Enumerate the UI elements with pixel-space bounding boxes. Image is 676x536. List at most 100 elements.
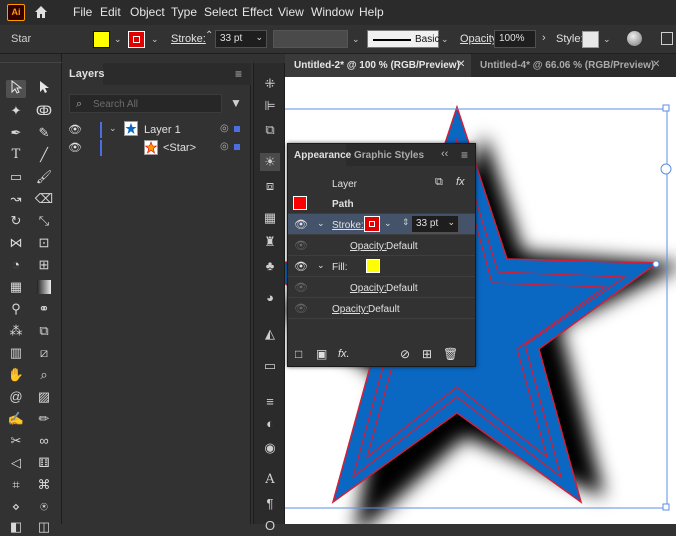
artboard-tool-icon[interactable]: ⧉ [34,322,54,340]
star-widget[interactable] [660,163,672,175]
menu-help[interactable]: Help [359,5,384,19]
perspective-grid-tool-icon[interactable]: ⊞ [34,256,54,274]
eye-icon[interactable]: 👁 [294,302,308,315]
rectangle-tool-icon[interactable]: ▭ [6,168,26,186]
stroke-label[interactable]: Stroke: [332,220,364,231]
zoom-tool-icon[interactable]: ⌕ [34,366,54,384]
appearance-fill-row[interactable]: 👁 ⌄ Fill: [288,256,475,277]
puppet-warp-tool-icon[interactable]: ⌘ [34,476,54,494]
character-icon[interactable]: A [260,471,280,489]
blob-brush-tool-icon[interactable]: ✍ [6,410,26,428]
free-transform-tool-icon[interactable]: ⊡ [34,234,54,252]
stroke-swatch[interactable] [128,31,145,48]
gradient-icon[interactable]: ▭ [260,357,280,375]
eye-icon[interactable]: 👁 [294,281,308,294]
opacity-label[interactable]: Opacity: [350,241,387,252]
appearance-stroke-row[interactable]: 👁 ⌄ Stroke: ⌄ ⇕ 33 pt ⌄ [288,214,475,235]
layer-row[interactable]: 👁 <Star> ◎ [63,139,251,157]
chevron-down-icon[interactable]: ⌄ [317,260,325,271]
eye-icon[interactable]: 👁 [294,218,308,231]
object-name[interactable]: <Star> [163,142,196,154]
anchor-point[interactable] [652,260,660,268]
gradient-tool-icon[interactable] [34,278,54,296]
crop-image-tool-icon[interactable]: ⌗ [6,476,26,494]
close-icon[interactable]: ✕ [457,59,465,70]
stepper-icon[interactable]: ⌃ [205,30,213,41]
reshape-tool-icon[interactable]: ⍟ [34,498,54,516]
stroke-color-swatch[interactable] [364,216,380,232]
menu-window[interactable]: Window [311,5,354,19]
image-trace-icon[interactable]: ▨ [34,388,54,406]
direct-selection-tool-icon[interactable] [34,80,54,98]
tab-graphic-styles[interactable]: Graphic Styles [354,150,424,161]
menu-object[interactable]: Object [130,5,165,19]
chevron-down-icon[interactable]: ⌄ [447,217,455,228]
stroke-icon[interactable]: ≡ [260,393,280,411]
align-icon[interactable]: ⊫ [260,97,280,115]
pen-tool-icon[interactable]: ✒ [6,124,26,142]
layers-search-input[interactable]: ⌕ Search All [69,94,222,113]
brush-field[interactable]: Basic [367,30,439,48]
chevron-down-icon[interactable]: ⌄ [317,218,325,229]
glasses-icon[interactable]: ∞ [34,432,54,450]
add-stroke-icon[interactable]: □ [295,347,302,361]
stroke-label[interactable]: Stroke: [171,33,206,45]
chevron-down-icon[interactable]: ⌄ [114,34,122,45]
eye-icon[interactable]: 👁 [294,260,308,273]
appearance-opacity-row[interactable]: 👁 Opacity: Default [288,298,475,319]
fill-color-swatch[interactable] [366,259,380,273]
color-guide-icon[interactable]: ◭ [260,325,280,343]
chevron-down-icon[interactable]: ⌄ [151,34,159,45]
chevron-right-icon[interactable]: › [542,32,546,44]
scale-tool-icon[interactable]: ⤡ [34,212,54,230]
drawing-mode-icon[interactable]: ◫ [34,518,54,536]
layer-name[interactable]: Layer 1 [144,124,181,136]
target-icon[interactable]: ◎ [220,141,229,152]
chevron-down-icon[interactable]: ⌄ [109,123,117,134]
document-icon[interactable] [661,32,673,45]
chevron-down-icon[interactable]: ⌄ [255,32,263,43]
style-swatch[interactable] [582,31,599,48]
opacity-label[interactable]: Opacity: [350,283,387,294]
width-tool-icon[interactable]: ⋈ [6,234,26,252]
bounding-handle[interactable] [662,503,670,511]
color-icon[interactable]: ◕ [260,289,280,307]
duplicate-item-icon[interactable]: ⊞ [422,347,432,361]
appearance-opacity-row[interactable]: 👁 Opacity: Default [288,277,475,298]
symbol-sprayer-tool-icon[interactable]: ⁂ [6,322,26,340]
clear-appearance-icon[interactable]: ⊘ [400,347,410,361]
selection-indicator[interactable] [234,126,240,132]
dice-icon[interactable]: ⚅ [34,454,54,472]
symbols-icon[interactable]: ♣ [260,257,280,275]
close-icon[interactable]: ✕ [652,59,660,70]
trash-icon[interactable]: 🗑 [443,347,458,361]
spiral-tool-icon[interactable]: @ [6,388,26,406]
home-icon[interactable] [33,4,49,20]
recolor-icon[interactable] [627,31,642,46]
eye-icon[interactable]: 👁 [294,239,308,252]
opentype-icon[interactable]: O [260,517,280,535]
hand-tool-icon[interactable]: ✋ [6,366,26,384]
opacity-label[interactable]: Opacity: [332,304,369,315]
swatches-icon[interactable]: ▦ [260,209,280,227]
pathfinder-icon[interactable]: ⧉ [260,121,280,139]
menu-edit[interactable]: Edit [100,5,121,19]
touch-type-tool-icon[interactable]: ⋄ [6,498,26,516]
eye-icon[interactable]: 👁 [68,123,82,136]
fill-stroke-icon[interactable]: ◧ [6,518,26,536]
menu-type[interactable]: Type [171,5,197,19]
shaper-tool-icon[interactable]: ↝ [6,190,26,208]
selection-indicator[interactable] [234,144,240,150]
type-tool-icon[interactable]: T [6,146,26,164]
rotate-tool-icon[interactable]: ↻ [6,212,26,230]
appearance-opacity-row[interactable]: 👁 Opacity: Default [288,235,475,256]
column-graph-tool-icon[interactable]: ▥ [6,344,26,362]
blend-tool-icon[interactable]: ⚭ [34,300,54,318]
appearance-icon[interactable]: ☀ [260,153,280,171]
doc-tab-active[interactable]: Untitled-2* @ 100 % (RGB/Preview) ✕ [285,54,471,77]
chevron-down-icon[interactable]: ⌄ [384,218,392,229]
menu-file[interactable]: File [73,5,92,19]
variable-width-field[interactable] [273,30,348,48]
line-tool-icon[interactable]: ╱ [34,146,54,164]
fill-swatch[interactable] [93,31,110,48]
